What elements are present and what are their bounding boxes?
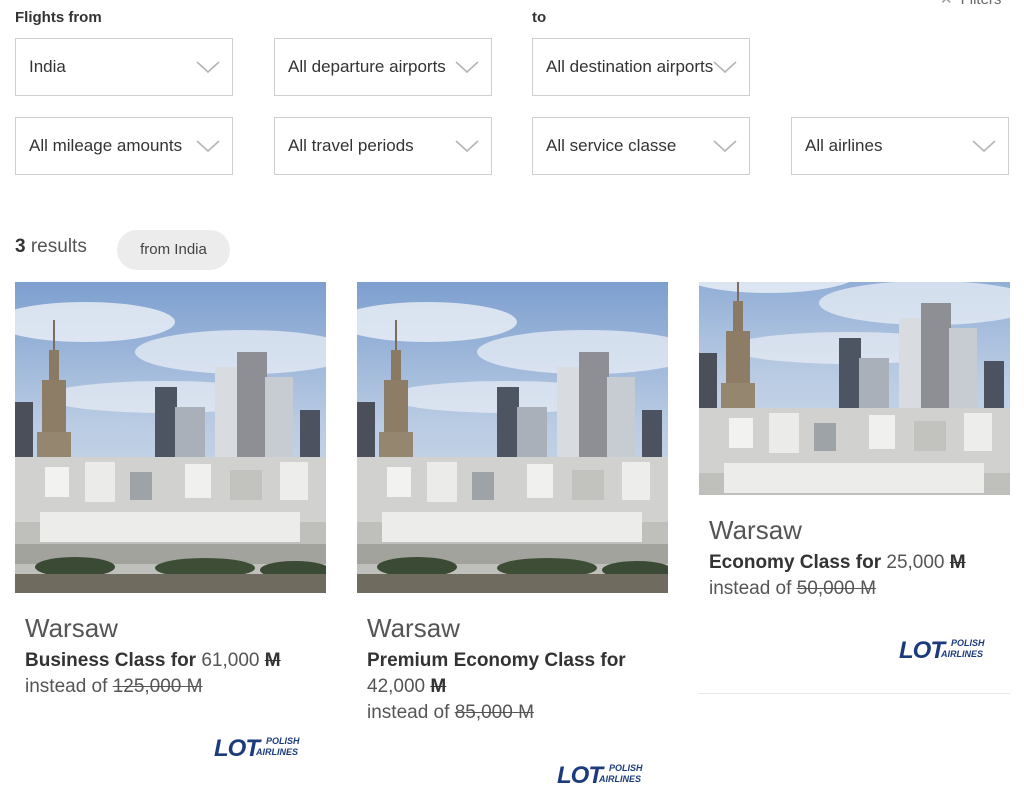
airline-select-value: All airlines (805, 136, 883, 155)
offer-price-line: Premium Economy Class for 42,000 M (367, 648, 668, 700)
mileage-select-value: All mileage amounts (29, 136, 183, 155)
results-count: 3 results (15, 236, 87, 258)
instead-of-label: instead of (25, 676, 108, 697)
service-class-value: All service classe (546, 136, 677, 155)
offer-class: Premium Economy Class for (367, 650, 626, 671)
offer-price: 42,000 (367, 676, 426, 697)
offer-price-line: Business Class for 61,000 M (25, 648, 326, 674)
results-count-label: results (30, 236, 87, 257)
offer-old-price-line: instead of 125,000 M (25, 674, 326, 700)
to-label: to (532, 9, 547, 26)
chevron-down-icon (972, 140, 996, 152)
chevron-down-icon (713, 140, 737, 152)
instead-of-label: instead of (367, 702, 450, 723)
lot-polish-airlines-logo (557, 762, 644, 786)
chevron-down-icon (196, 140, 220, 152)
travel-period-value: All travel periods (288, 136, 414, 155)
offer-class: Business Class for (25, 650, 197, 671)
lot-polish-airlines-logo (214, 735, 301, 759)
offer-old-price: 50,000 M (796, 578, 876, 599)
close-icon: ✕ (940, 0, 953, 8)
offer-price: 61,000 (201, 650, 260, 671)
miles-symbol: M (264, 650, 281, 671)
offer-card-business[interactable]: Warsaw Business Class for 61,000 M inste… (15, 282, 326, 700)
offer-old-price-line: instead of 50,000 M (709, 576, 1010, 602)
destination-airport-select[interactable]: All destination airports (532, 38, 750, 96)
flights-from-label: Flights from (15, 9, 102, 26)
chevron-down-icon (455, 140, 479, 152)
departure-airport-value: All departure airports (288, 57, 446, 76)
offer-card-economy[interactable]: Warsaw Economy Class for 25,000 M instea… (699, 282, 1010, 602)
filter-chip-from-india[interactable]: from India (117, 230, 230, 270)
warsaw-city-photo (357, 282, 668, 593)
warsaw-city-photo (699, 282, 1010, 495)
offer-class: Economy Class for (709, 552, 882, 573)
airline-select[interactable]: All airlines (791, 117, 1009, 175)
lot-polish-airlines-logo (899, 637, 986, 661)
offer-old-price: 85,000 M (454, 702, 534, 723)
filters-link-label: Filters (961, 0, 1002, 8)
destination-airport-value: All destination airports (546, 57, 714, 76)
chevron-down-icon (196, 61, 220, 73)
offer-old-price-line: instead of 85,000 M (367, 700, 668, 726)
offer-city: Warsaw (709, 515, 802, 545)
offer-price-line: Economy Class for 25,000 M (709, 550, 1010, 576)
card-divider (699, 693, 1010, 694)
warsaw-city-photo (15, 282, 326, 593)
mileage-select[interactable]: All mileage amounts (15, 117, 233, 175)
offer-old-price: 125,000 M (112, 676, 203, 697)
service-class-select[interactable]: All service classe (532, 117, 750, 175)
country-select-value: India (29, 57, 66, 76)
offer-price: 25,000 (886, 552, 945, 573)
offer-city: Warsaw (367, 613, 460, 643)
filters-link[interactable]: ✕ Filters (940, 0, 1001, 8)
travel-period-select[interactable]: All travel periods (274, 117, 492, 175)
chevron-down-icon (455, 61, 479, 73)
miles-symbol: M (949, 552, 966, 573)
departure-airport-select[interactable]: All departure airports (274, 38, 492, 96)
results-count-number: 3 (15, 236, 26, 257)
country-select[interactable]: India (15, 38, 233, 96)
instead-of-label: instead of (709, 578, 792, 599)
offer-city: Warsaw (25, 613, 118, 643)
offer-card-premium-economy[interactable]: Warsaw Premium Economy Class for 42,000 … (357, 282, 668, 726)
chevron-down-icon (713, 61, 737, 73)
miles-symbol: M (430, 676, 447, 697)
